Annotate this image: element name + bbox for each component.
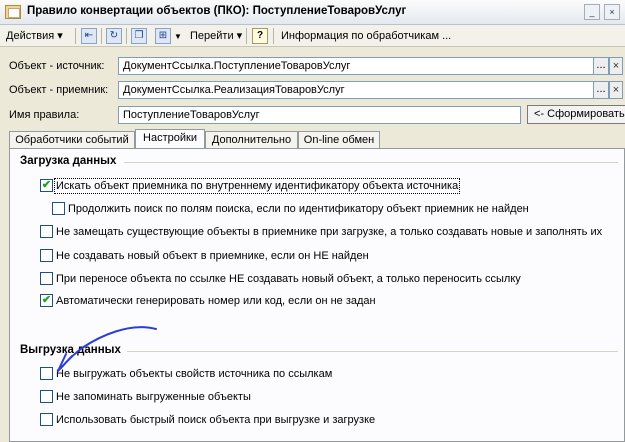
help-icon[interactable]: ? [252, 28, 268, 44]
unload-section-title: Выгрузка данных [20, 344, 121, 356]
back-arrow-icon[interactable]: ⇤ [81, 28, 97, 44]
generate-button[interactable]: <- Сформировать [527, 105, 625, 124]
tab-online-exchange[interactable]: On-line обмен [298, 131, 380, 149]
search-by-id-label[interactable]: Искать объект приемника по внутреннему и… [53, 178, 461, 194]
fast-search-label[interactable]: Использовать быстрый поиск объекта при в… [56, 413, 375, 427]
actions-menu[interactable]: Действия ▾ [6, 28, 63, 45]
source-clear-icon[interactable]: × [609, 57, 623, 75]
search-by-id-checkbox[interactable]: ✔ [40, 179, 53, 192]
section-divider [127, 351, 618, 352]
toolbar-separator [75, 28, 76, 44]
close-button[interactable]: × [604, 4, 620, 20]
no-create-checkbox[interactable] [40, 249, 53, 262]
copy-icon[interactable]: ❐ [131, 28, 147, 44]
continue-search-checkbox[interactable] [52, 202, 65, 215]
structure-icon[interactable]: ⊞ [155, 28, 171, 44]
tab-additional[interactable]: Дополнительно [205, 131, 298, 149]
tab-event-handlers[interactable]: Обработчики событий [9, 131, 135, 149]
toolbar-separator [126, 28, 127, 44]
no-replace-checkbox[interactable] [40, 225, 53, 238]
no-remember-label[interactable]: Не запоминать выгруженные объекты [56, 390, 251, 404]
auto-number-label[interactable]: Автоматически генерировать номер или код… [56, 294, 376, 308]
source-object-label: Объект - источник: [9, 60, 105, 72]
transfer-link-checkbox[interactable] [40, 272, 53, 285]
toolbar-separator [273, 28, 274, 44]
receiver-clear-icon[interactable]: × [609, 81, 623, 99]
minimize-button[interactable]: _ [584, 4, 600, 20]
auto-number-checkbox[interactable]: ✔ [40, 294, 53, 307]
rule-name-field[interactable]: ПоступлениеТоваровУслуг [118, 106, 521, 124]
goto-menu[interactable]: Перейти ▾ [190, 28, 242, 45]
tab-settings[interactable]: Настройки [135, 129, 205, 149]
toolbar-separator [246, 28, 247, 44]
no-unload-props-checkbox[interactable] [40, 367, 53, 380]
receiver-select-button[interactable]: ... [593, 81, 609, 99]
window-title: Правило конвертации объектов (ПКО): Пост… [27, 5, 407, 17]
no-replace-label[interactable]: Не замещать существующие объекты в прием… [56, 225, 602, 239]
source-object-field[interactable]: ДокументСсылка.ПоступлениеТоваровУслуг [118, 57, 594, 75]
receiver-object-field[interactable]: ДокументСсылка.РеализацияТоваровУслуг [118, 81, 594, 99]
no-create-label[interactable]: Не создавать новый объект в приемнике, е… [56, 249, 369, 263]
no-unload-props-label[interactable]: Не выгружать объекты свойств источника п… [56, 367, 332, 381]
continue-search-label[interactable]: Продолжить поиск по полям поиска, если п… [68, 202, 529, 216]
handlers-info-button[interactable]: Информация по обработчикам ... [281, 28, 451, 45]
toolbar-separator [101, 28, 102, 44]
checkmark-icon: ✔ [41, 294, 52, 306]
rule-name-label: Имя правила: [9, 109, 80, 121]
load-section-title: Загрузка данных [20, 155, 117, 167]
toolbar: Действия ▾ ⇤ ↻ ❐ ⊞ ▼ Перейти ▾ ? Информа… [0, 25, 625, 47]
checkmark-icon: ✔ [41, 179, 52, 191]
structure-dropdown-icon[interactable]: ▼ [174, 28, 182, 45]
no-remember-checkbox[interactable] [40, 390, 53, 403]
form-icon [5, 5, 21, 19]
fast-search-checkbox[interactable] [40, 413, 53, 426]
receiver-object-label: Объект - приемник: [9, 84, 109, 96]
transfer-link-label[interactable]: При переносе объекта по ссылке НЕ создав… [56, 272, 521, 286]
section-divider [124, 162, 618, 163]
title-bar: Правило конвертации объектов (ПКО): Пост… [0, 0, 625, 25]
refresh-icon[interactable]: ↻ [106, 28, 122, 44]
source-select-button[interactable]: ... [593, 57, 609, 75]
